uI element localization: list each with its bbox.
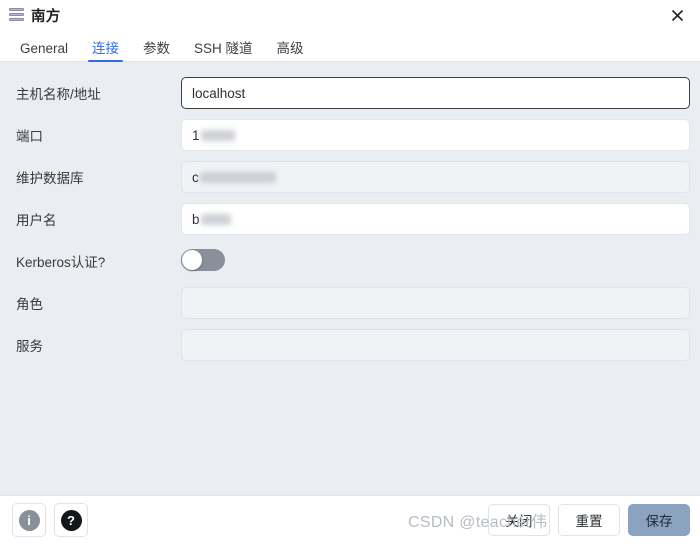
port-value: 1 [192, 127, 200, 143]
footer-button-group: 关闭 重置 保存 [488, 504, 690, 536]
toggle-knob-icon [182, 249, 202, 270]
server-stack-icon [9, 8, 24, 23]
label-role: 角色 [16, 297, 43, 312]
field-wrap-service [181, 329, 690, 361]
form-row-port: 端口 1 [16, 114, 690, 156]
port-value-redaction [200, 129, 235, 141]
label-hostname: 主机名称/地址 [16, 87, 101, 102]
tab-bar: General 连接 参数 SSH 隧道 高级 [0, 31, 700, 62]
close-icon[interactable] [664, 3, 690, 29]
hostname-input[interactable]: localhost [181, 77, 690, 109]
label-port: 端口 [16, 129, 43, 144]
label-username: 用户名 [16, 213, 57, 228]
save-button[interactable]: 保存 [628, 504, 690, 536]
form-row-role: 角色 [16, 282, 690, 324]
label-kerberos: Kerberos认证? [16, 255, 106, 270]
port-input[interactable]: 1 [181, 119, 690, 151]
field-wrap-maintenance-db: c [181, 161, 690, 193]
help-button[interactable]: ? [54, 503, 88, 537]
field-wrap-username: b [181, 203, 690, 235]
role-input[interactable] [181, 287, 690, 319]
tab-ssh-tunnel[interactable]: SSH 隧道 [182, 41, 265, 62]
username-input[interactable]: b [181, 203, 690, 235]
tab-general[interactable]: General [8, 41, 80, 62]
field-wrap-hostname: localhost [181, 77, 690, 109]
info-button[interactable]: i [12, 503, 46, 537]
field-wrap-role [181, 287, 690, 319]
username-value: b [192, 211, 200, 227]
titlebar-left-group: 南方 [9, 5, 60, 26]
tab-advanced[interactable]: 高级 [265, 41, 316, 62]
tab-parameters[interactable]: 参数 [131, 41, 182, 62]
question-mark-icon: ? [60, 509, 82, 531]
reset-button[interactable]: 重置 [558, 504, 620, 536]
maintenance-db-value: c [192, 169, 199, 185]
dialog-footer: i ? CSDN @teacher伟 关闭 重置 保存 [0, 495, 700, 544]
label-service: 服务 [16, 339, 43, 354]
label-maintenance-db: 维护数据库 [16, 171, 84, 186]
form-row-hostname: 主机名称/地址 localhost [16, 72, 690, 114]
server-dialog: 南方 General 连接 参数 SSH 隧道 高级 主机名称/地址 local… [0, 0, 700, 544]
form-row-service: 服务 [16, 324, 690, 366]
field-wrap-kerberos [181, 248, 690, 274]
tab-connection[interactable]: 连接 [80, 41, 131, 62]
maintenance-db-input[interactable]: c [181, 161, 690, 193]
form-row-username: 用户名 b [16, 198, 690, 240]
connection-form: 主机名称/地址 localhost 端口 1 维护数据库 c 用户名 b Ker… [0, 62, 700, 495]
field-wrap-port: 1 [181, 119, 690, 151]
info-icon: i [18, 509, 40, 531]
maintenance-db-value-redaction [199, 171, 276, 183]
form-row-kerberos: Kerberos认证? [16, 240, 690, 282]
form-row-maintenance-db: 维护数据库 c [16, 156, 690, 198]
username-value-redaction [200, 213, 231, 225]
hostname-value: localhost [192, 85, 246, 101]
dialog-title: 南方 [31, 9, 61, 25]
close-button[interactable]: 关闭 [488, 504, 550, 536]
service-input[interactable] [181, 329, 690, 361]
kerberos-toggle[interactable] [181, 248, 225, 271]
dialog-titlebar: 南方 [0, 0, 700, 31]
footer-left-group: i ? [12, 503, 88, 537]
